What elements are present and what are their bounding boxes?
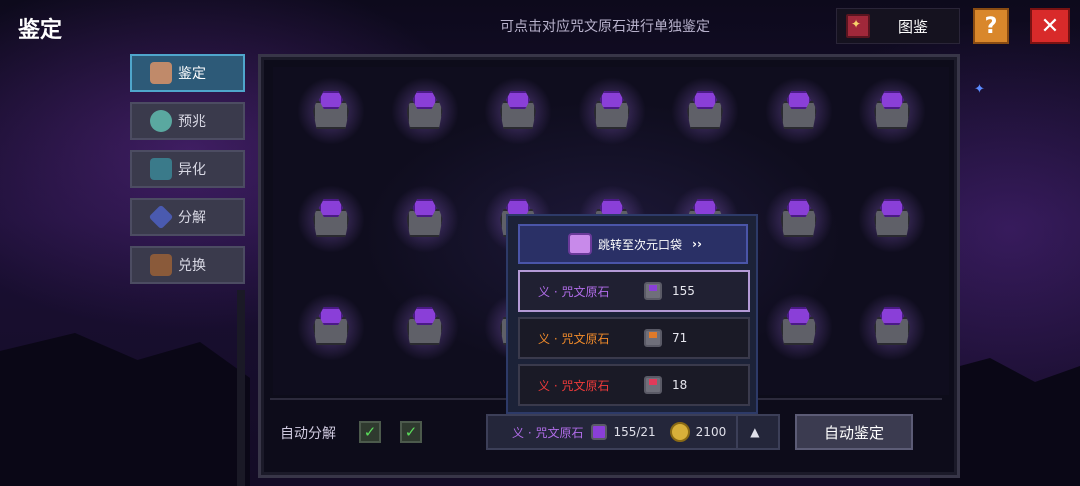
sidebar-item-identify[interactable]: 鉴定 <box>130 54 245 92</box>
sparkle-icon: ✦ <box>974 82 985 97</box>
auto-decompose-checkbox-1[interactable]: ✓ <box>359 421 381 443</box>
selector-divider <box>736 415 739 449</box>
stone-option-name: 义 · 咒文原石 <box>538 331 610 346</box>
purple-gem-icon <box>412 91 437 109</box>
rune-stone-slot[interactable] <box>764 185 833 253</box>
book-icon <box>846 14 870 38</box>
stone-option[interactable]: 义 · 咒文原石 18 <box>518 364 750 406</box>
chevron-up-icon[interactable]: ▲ <box>750 425 759 439</box>
rune-stone-slot[interactable] <box>858 77 926 145</box>
jump-to-dimension-pocket-button[interactable]: 跳转至次元口袋 ›› <box>518 224 748 264</box>
gold-amount: 2100 <box>695 425 727 439</box>
auto-identify-button[interactable]: 自动鉴定 <box>795 414 913 450</box>
sidebar-item-label: 兑换 <box>178 258 206 274</box>
purple-gem-icon <box>599 91 624 109</box>
stone-option-count: 18 <box>672 378 688 392</box>
sidebar-item-label: 分解 <box>178 210 206 226</box>
sidebar-item-mutate[interactable]: 异化 <box>130 150 245 188</box>
diamond-icon <box>148 204 174 230</box>
double-chevron-right-icon: ›› <box>692 237 702 251</box>
atlas-button[interactable]: 图鉴 <box>836 8 960 44</box>
purple-gem-icon <box>506 91 530 109</box>
rune-stone-slot[interactable] <box>484 77 552 145</box>
purple-gem-icon <box>786 307 811 325</box>
rune-stone-slot[interactable] <box>390 293 459 361</box>
crystal-ball-icon <box>150 110 172 132</box>
selected-stone-name: 义 · 咒文原石 <box>512 425 584 440</box>
sidebar-item-decompose[interactable]: 分解 <box>130 198 245 236</box>
purple-gem-icon <box>786 91 811 109</box>
sidebar-divider <box>237 290 245 486</box>
purple-gem-icon <box>693 91 717 109</box>
stone-option-count: 71 <box>672 331 688 345</box>
rune-stone-slot[interactable] <box>858 185 926 253</box>
rune-stone-icon <box>644 329 662 347</box>
purple-gem-icon <box>786 199 811 217</box>
stone-option-name: 义 · 咒文原石 <box>538 284 610 299</box>
pocket-bag-icon <box>568 233 592 255</box>
purple-gem-icon <box>319 91 343 109</box>
rune-stone-slot[interactable] <box>297 77 365 145</box>
sidebar-item-exchange[interactable]: 兑换 <box>130 246 245 284</box>
purple-gem-icon <box>880 307 904 325</box>
mutation-icon <box>150 158 172 180</box>
atlas-label: 图鉴 <box>898 17 929 36</box>
rune-stone-icon <box>644 282 662 300</box>
stone-selector[interactable]: 义 · 咒文原石 155/21 2100 ▲ <box>486 414 780 450</box>
sidebar-item-label: 异化 <box>178 162 206 178</box>
stone-option[interactable]: 义 · 咒文原石 71 <box>518 317 750 359</box>
rune-stone-slot[interactable] <box>577 77 646 145</box>
sidebar-item-omen[interactable]: 预兆 <box>130 102 245 140</box>
instruction-hint: 可点击对应咒文原石进行单独鉴定 <box>500 19 710 35</box>
stone-count: 155/21 <box>613 425 656 439</box>
purple-gem-icon <box>319 199 343 217</box>
stone-select-popup: 跳转至次元口袋 ›› 义 · 咒文原石 155 义 · 咒文原石 71 义 · … <box>506 214 758 414</box>
rune-stone-slot[interactable] <box>858 293 926 361</box>
help-button[interactable]: ? <box>973 8 1009 44</box>
purple-gem-icon <box>412 199 437 217</box>
background-hills-left <box>0 333 250 486</box>
rune-stone-slot[interactable] <box>390 185 459 253</box>
purple-gem-icon <box>412 307 437 325</box>
rune-stone-icon <box>644 376 662 394</box>
rune-stone-slot[interactable] <box>297 185 365 253</box>
sidebar-item-label: 预兆 <box>178 114 206 130</box>
stone-option-name: 义 · 咒文原石 <box>538 378 610 393</box>
purple-gem-icon <box>880 91 904 109</box>
treasure-chest-icon <box>150 254 172 276</box>
rune-stone-icon <box>591 424 608 440</box>
purple-gem-icon <box>319 307 343 325</box>
purple-gem-icon <box>880 199 904 217</box>
rune-stone-slot[interactable] <box>297 293 365 361</box>
close-button[interactable]: ✕ <box>1030 8 1070 44</box>
page-title: 鉴定 <box>18 18 63 43</box>
stone-option-count: 155 <box>672 284 695 298</box>
rune-stone-slot[interactable] <box>671 77 739 145</box>
rune-stone-slot[interactable] <box>764 77 833 145</box>
anvil-icon <box>150 62 172 84</box>
rune-stone-slot[interactable] <box>764 293 833 361</box>
gold-coin-icon <box>669 422 690 442</box>
jump-label: 跳转至次元口袋 <box>598 237 683 252</box>
stone-option[interactable]: 义 · 咒文原石 155 <box>518 270 750 312</box>
auto-decompose-label: 自动分解 <box>280 426 336 442</box>
auto-decompose-checkbox-2[interactable]: ✓ <box>400 421 422 443</box>
sidebar-item-label: 鉴定 <box>178 66 206 82</box>
rune-stone-slot[interactable] <box>390 77 459 145</box>
sidebar: 鉴定 预兆 异化 分解 兑换 <box>130 54 245 294</box>
